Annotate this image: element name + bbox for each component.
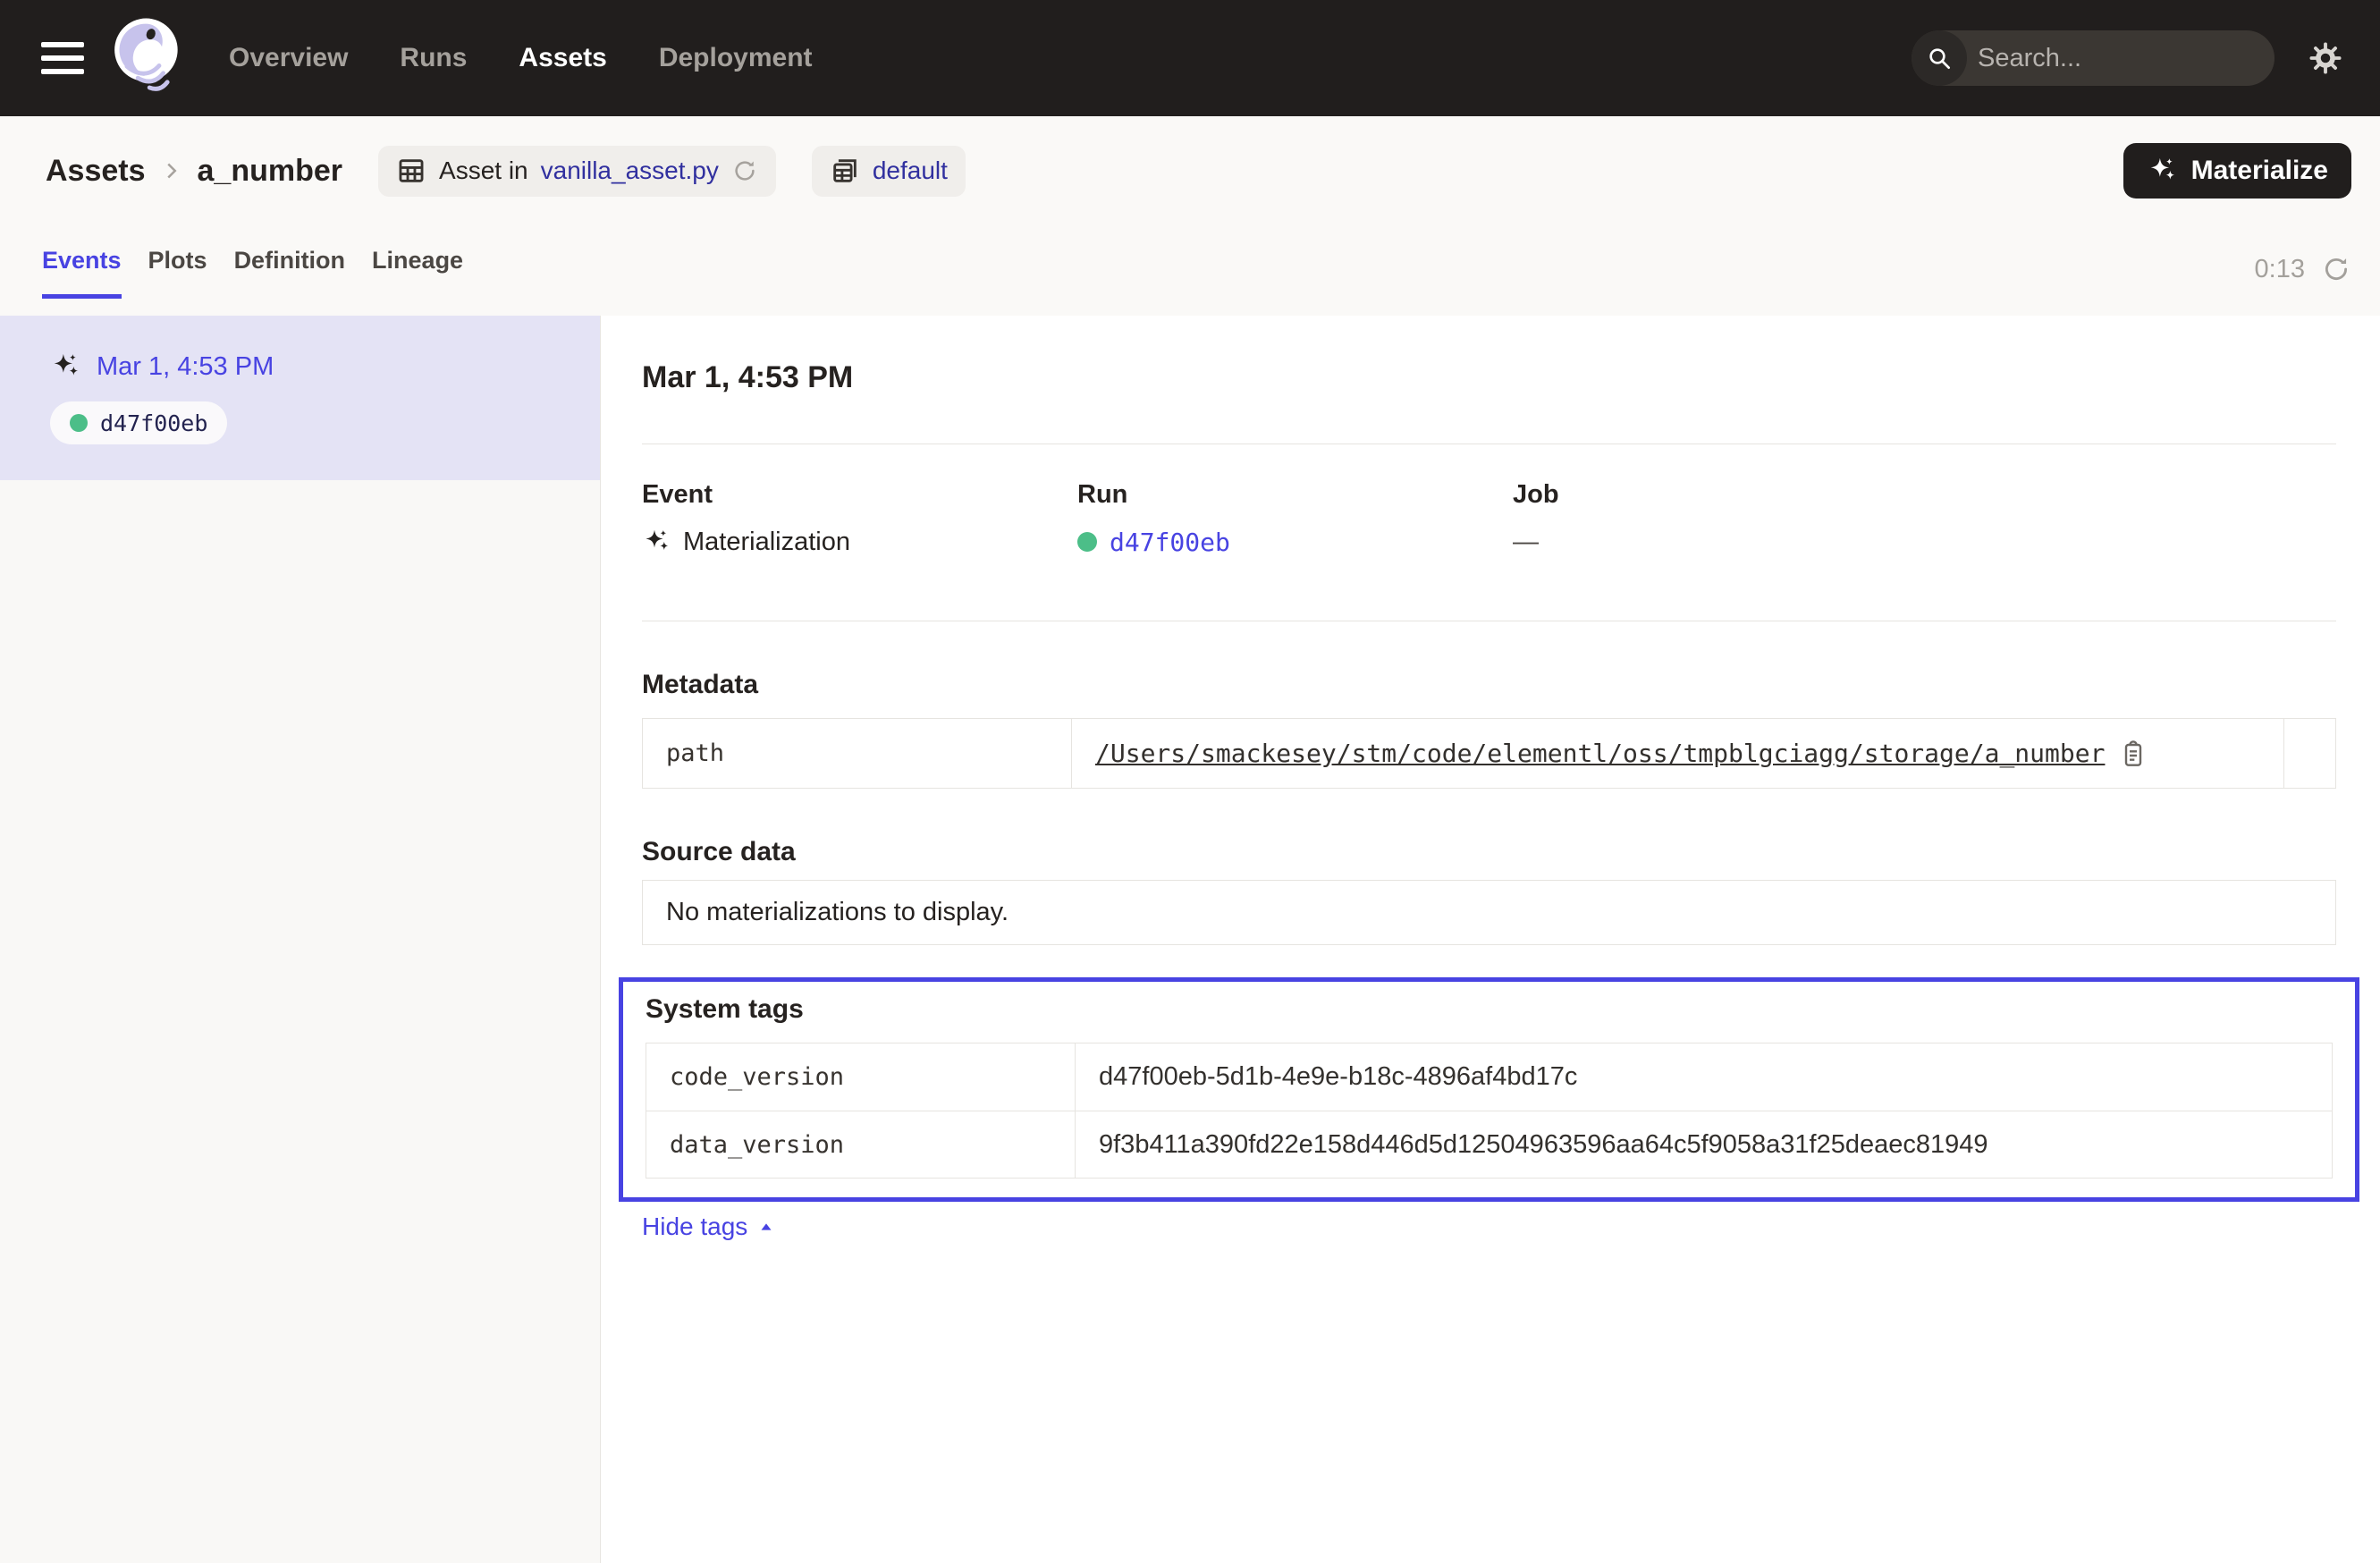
run-id-link[interactable]: d47f00eb [1110, 528, 1230, 557]
code-location-prefix: Asset in [439, 156, 528, 185]
gear-icon[interactable] [2307, 39, 2344, 77]
system-tags-heading: System tags [646, 994, 2333, 1025]
event-list-item[interactable]: Mar 1, 4:53 PM d47f00eb [0, 316, 600, 480]
code-location-badge[interactable]: Asset in vanilla_asset.py [378, 146, 776, 197]
table-row: code_version d47f00eb-5d1b-4e9e-b18c-489… [646, 1043, 2332, 1111]
tab-lineage[interactable]: Lineage [372, 247, 463, 299]
tag-key: code_version [646, 1043, 1076, 1111]
hide-tags-link[interactable]: Hide tags [642, 1212, 776, 1241]
reload-location-icon[interactable] [731, 157, 758, 184]
metadata-action-cell [2283, 719, 2335, 788]
tab-plots[interactable]: Plots [148, 247, 207, 299]
hide-tags-label: Hide tags [642, 1212, 747, 1241]
job-column-label: Job [1513, 480, 2336, 510]
sparkle-icon [50, 351, 80, 382]
nav-link-assets[interactable]: Assets [519, 43, 606, 73]
tab-events[interactable]: Events [42, 247, 122, 299]
source-data-heading: Source data [642, 837, 2336, 867]
nav-link-runs[interactable]: Runs [400, 43, 467, 73]
dagster-logo-icon[interactable] [109, 15, 191, 101]
metadata-table: path /Users/smackesey/stm/code/elementl/… [642, 718, 2336, 789]
event-type-value: Materialization [683, 528, 850, 557]
metadata-path-link[interactable]: /Users/smackesey/stm/code/elementl/oss/t… [1095, 739, 2105, 768]
event-detail-panel: Mar 1, 4:53 PM Event Materialization Run… [601, 316, 2380, 1563]
breadcrumb-assets[interactable]: Assets [46, 154, 146, 189]
run-id: d47f00eb [100, 410, 207, 436]
group-badge-label: default [873, 156, 948, 185]
materialize-label: Materialize [2191, 156, 2328, 186]
run-status-dot [70, 414, 88, 432]
top-nav: Overview Runs Assets Deployment / [0, 0, 2380, 116]
system-tags-table: code_version d47f00eb-5d1b-4e9e-b18c-489… [646, 1043, 2333, 1179]
search-icon [1912, 30, 1967, 86]
repo-grid-icon [830, 156, 860, 186]
chevron-right-icon [158, 157, 185, 184]
materialize-button[interactable]: Materialize [2123, 143, 2351, 199]
tab-definition[interactable]: Definition [234, 247, 345, 299]
table-grid-icon [396, 156, 426, 186]
search-input[interactable] [1967, 44, 2275, 73]
tag-key: data_version [646, 1111, 1076, 1178]
event-title: Mar 1, 4:53 PM [642, 360, 2336, 395]
run-tag-pill[interactable]: d47f00eb [50, 401, 227, 444]
tab-bar: Events Plots Definition Lineage 0:13 [0, 225, 2380, 316]
caret-up-icon [756, 1217, 776, 1237]
hamburger-icon[interactable] [41, 42, 84, 74]
group-badge[interactable]: default [812, 146, 966, 197]
nav-link-overview[interactable]: Overview [229, 43, 348, 73]
code-location-link[interactable]: vanilla_asset.py [541, 156, 719, 185]
system-tags-highlight: System tags code_version d47f00eb-5d1b-4… [619, 977, 2359, 1202]
refresh-icon[interactable] [2321, 254, 2351, 284]
source-data-empty-state: No materializations to display. [642, 880, 2336, 945]
tag-value: 9f3b411a390fd22e158d446d5d12504963596aa6… [1076, 1111, 2332, 1178]
job-value: — [1513, 528, 1539, 557]
sparkle-icon [2147, 156, 2177, 186]
clipboard-icon[interactable] [2119, 739, 2148, 768]
event-timestamp: Mar 1, 4:53 PM [97, 352, 274, 382]
breadcrumb: Assets a_number [46, 154, 342, 189]
nav-link-deployment[interactable]: Deployment [659, 43, 813, 73]
metadata-key: path [643, 719, 1072, 788]
event-column-label: Event [642, 480, 1077, 510]
page-header: Assets a_number Asset in vanilla_asset.p… [0, 116, 2380, 316]
search-box[interactable]: / [1912, 30, 2275, 86]
table-row: path /Users/smackesey/stm/code/elementl/… [643, 719, 2335, 788]
run-column-label: Run [1077, 480, 1513, 510]
refresh-countdown: 0:13 [2255, 255, 2305, 284]
events-sidebar: Mar 1, 4:53 PM d47f00eb [0, 316, 601, 1563]
sparkle-icon [642, 528, 671, 556]
primary-nav: Overview Runs Assets Deployment [229, 43, 813, 73]
empty-message: No materializations to display. [666, 898, 1009, 927]
tag-value: d47f00eb-5d1b-4e9e-b18c-4896af4bd17c [1076, 1043, 2332, 1111]
metadata-heading: Metadata [642, 670, 2336, 700]
page-title: a_number [198, 154, 343, 189]
run-status-dot [1077, 532, 1097, 552]
table-row: data_version 9f3b411a390fd22e158d446d5d1… [646, 1111, 2332, 1178]
